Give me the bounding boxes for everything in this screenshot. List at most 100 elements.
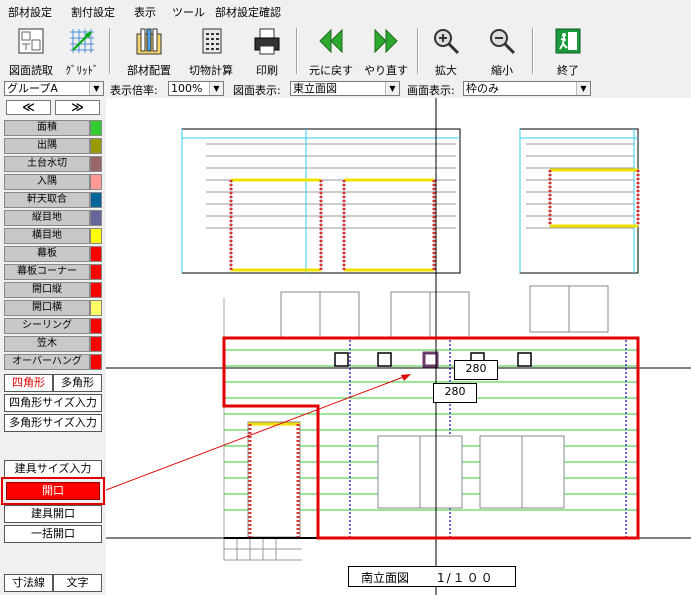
layer-color-swatch[interactable]	[90, 300, 102, 316]
bulk-opening-button[interactable]: 一括開口	[4, 525, 102, 543]
member-place-label: 部材配置	[127, 64, 171, 77]
layer-item[interactable]: オーバーハング	[4, 354, 102, 371]
layer-color-swatch[interactable]	[90, 228, 102, 244]
member-place-button[interactable]: 部材配置	[120, 24, 178, 78]
layer-color-swatch[interactable]	[90, 354, 102, 370]
group-select[interactable]: グループA ▼	[4, 81, 104, 96]
chevron-down-icon: ▼	[89, 82, 103, 95]
drawing-canvas[interactable]: 280 280 南立面図 1/１００	[106, 98, 691, 595]
layer-color-swatch[interactable]	[90, 174, 102, 190]
elevation-name: 南立面図	[361, 571, 410, 585]
zoom-label: 表示倍率:	[110, 84, 158, 97]
menu-member-check[interactable]: 部材設定確認	[215, 4, 281, 20]
grid-icon	[70, 29, 94, 53]
layer-label: 土台水切	[4, 156, 90, 172]
cut-calc-icon	[202, 28, 222, 54]
screen-label: 画面表示:	[407, 84, 455, 97]
zoom-out-button[interactable]: 縮小	[480, 24, 524, 78]
layer-item[interactable]: 開口縦	[4, 282, 102, 299]
side-elevation-frame	[519, 128, 639, 274]
toolbar-separator	[109, 28, 111, 74]
opening-marker	[517, 352, 532, 367]
layer-item[interactable]: 土台水切	[4, 156, 102, 173]
layer-color-swatch[interactable]	[90, 336, 102, 352]
layer-item[interactable]: シーリング	[4, 318, 102, 335]
fitting-size-input-button[interactable]: 建具サイズ入力	[4, 460, 102, 478]
layer-label: 入隅	[4, 174, 90, 190]
menu-member-settings[interactable]: 部材設定	[8, 4, 52, 20]
layer-item[interactable]: 幕板	[4, 246, 102, 263]
layer-item[interactable]: 横目地	[4, 228, 102, 245]
exit-label: 終了	[557, 64, 579, 77]
chevron-down-icon: ▼	[385, 82, 399, 95]
grid-button[interactable]: ｸﾞﾘｯﾄﾞ	[60, 24, 104, 78]
prev-page-button[interactable]: ≪	[6, 100, 51, 115]
zoom-out-label: 縮小	[491, 64, 513, 77]
fitting-opening-button[interactable]: 建具開口	[4, 505, 102, 523]
toolbar-separator	[296, 28, 298, 74]
layer-label: 軒天取合	[4, 192, 90, 208]
layer-label: 笠木	[4, 336, 90, 352]
layer-item[interactable]: 笠木	[4, 336, 102, 353]
drawing-select[interactable]: 東立面図 ▼	[290, 81, 400, 96]
drawing-read-icon	[18, 28, 44, 54]
zoom-select[interactable]: 100% ▼	[168, 81, 224, 96]
drawing-label: 図面表示:	[233, 84, 281, 97]
rect-size-input-button[interactable]: 四角形サイズ入力	[4, 394, 102, 412]
opening-marker	[377, 352, 392, 367]
menu-view[interactable]: 表示	[134, 4, 156, 20]
layer-color-swatch[interactable]	[90, 192, 102, 208]
door-outline	[247, 421, 301, 538]
layer-item[interactable]: 軒天取合	[4, 192, 102, 209]
opening-button[interactable]: 開口	[6, 482, 100, 500]
poly-size-input-button[interactable]: 多角形サイズ入力	[4, 414, 102, 432]
layer-label: 開口横	[4, 300, 90, 316]
drawing-read-button[interactable]: 図面読取	[4, 24, 58, 78]
text-button[interactable]: 文字	[53, 574, 102, 592]
dimension-label: 280	[454, 360, 498, 380]
zoom-in-button[interactable]: 拡大	[424, 24, 468, 78]
screen-select[interactable]: 枠のみ ▼	[463, 81, 591, 96]
redo-button[interactable]: やり直す	[360, 24, 412, 78]
layer-color-swatch[interactable]	[90, 156, 102, 172]
layer-color-swatch[interactable]	[90, 318, 102, 334]
layer-item[interactable]: 入隅	[4, 174, 102, 191]
scale-label: 1/１００	[437, 571, 495, 585]
cut-calc-button[interactable]: 切物計算	[180, 24, 242, 78]
layer-color-swatch[interactable]	[90, 282, 102, 298]
exit-button[interactable]: 終了	[546, 24, 590, 78]
layer-item[interactable]: 面積	[4, 120, 102, 137]
redo-icon	[374, 28, 398, 54]
opening-marker	[422, 351, 439, 368]
zoom-in-icon	[434, 29, 460, 55]
layer-label: 幕板	[4, 246, 90, 262]
layer-color-swatch[interactable]	[90, 264, 102, 280]
layer-item[interactable]: 出隅	[4, 138, 102, 155]
tab-polygon[interactable]: 多角形	[53, 374, 102, 392]
zoom-out-icon	[490, 29, 516, 55]
layer-item[interactable]: 縦目地	[4, 210, 102, 227]
layer-item[interactable]: 開口横	[4, 300, 102, 317]
menu-tools[interactable]: ツール	[172, 4, 205, 20]
layer-color-swatch[interactable]	[90, 246, 102, 262]
undo-button[interactable]: 元に戻す	[302, 24, 360, 78]
next-page-button[interactable]: ≫	[55, 100, 100, 115]
drawing-select-value: 東立面図	[293, 82, 337, 95]
layer-label: 面積	[4, 120, 90, 136]
exit-icon	[555, 28, 581, 54]
tab-rectangle[interactable]: 四角形	[4, 374, 53, 392]
grid-label: ｸﾞﾘｯﾄﾞ	[65, 64, 99, 77]
menu-bar: 部材設定 割付設定 表示 ツール 部材設定確認	[0, 0, 691, 22]
layer-color-swatch[interactable]	[90, 138, 102, 154]
layer-item[interactable]: 幕板コーナー	[4, 264, 102, 281]
zoom-select-value: 100%	[171, 82, 203, 95]
layer-color-swatch[interactable]	[90, 120, 102, 136]
chevron-down-icon: ▼	[209, 82, 223, 95]
opening-marker	[334, 352, 349, 367]
dimension-line-button[interactable]: 寸法線	[4, 574, 53, 592]
menu-allocation-settings[interactable]: 割付設定	[71, 4, 115, 20]
elevation-drawing	[106, 98, 691, 595]
member-place-icon	[136, 28, 162, 55]
print-button[interactable]: 印刷	[246, 24, 288, 78]
layer-color-swatch[interactable]	[90, 210, 102, 226]
